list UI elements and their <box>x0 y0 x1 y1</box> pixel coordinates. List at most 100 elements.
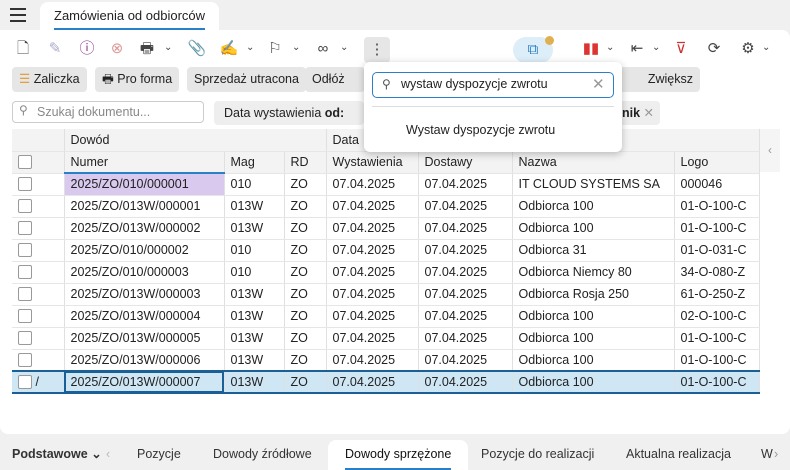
edit-pencil-icon: / <box>35 374 39 389</box>
table-row[interactable]: 2025/ZO/013W/000004 013W ZO 07.04.2025 07.04… <box>12 305 760 328</box>
chevron-down-icon[interactable]: ⌄ <box>606 42 614 53</box>
column-header[interactable]: RD <box>284 151 327 174</box>
row-checkbox[interactable] <box>18 375 32 390</box>
table-row[interactable]: /2025/ZO/013W/000007 013W ZO 07.04.2025 07.0… <box>12 370 760 394</box>
chevron-down-icon[interactable]: ⌄ <box>246 42 254 53</box>
clear-filter-icon[interactable]: ⊽ <box>670 38 692 60</box>
close-icon[interactable]: ✕ <box>644 106 654 120</box>
date-filter-chip[interactable]: Data wystawienia od: 31.0 <box>214 101 364 125</box>
table-cell: 000046 <box>674 173 760 196</box>
document-search-input[interactable]: Szukaj dokumentu... <box>12 101 204 123</box>
row-checkbox[interactable] <box>18 331 32 346</box>
row-checkbox[interactable] <box>18 177 32 192</box>
edit-document-icon[interactable]: ✎ <box>44 38 66 60</box>
row-select-cell <box>12 349 65 372</box>
row-select-cell <box>12 173 65 196</box>
column-header[interactable]: Mag <box>224 151 285 174</box>
table-cell: 07.04.2025 <box>326 217 419 240</box>
flag-icon[interactable]: ⚐ <box>264 38 286 60</box>
row-checkbox[interactable] <box>18 199 32 214</box>
row-checkbox[interactable] <box>18 287 32 302</box>
table-cell: Odbiorca 100 <box>512 349 675 372</box>
table-cell: 02-O-100-C <box>674 305 760 328</box>
divider <box>372 106 614 107</box>
scroll-left-icon[interactable]: ‹ <box>106 440 110 470</box>
tab-pozycje[interactable]: Pozycje <box>137 440 181 470</box>
table-cell: 34-O-080-Z <box>674 261 760 284</box>
attachment-icon[interactable]: 📎 <box>186 38 208 60</box>
print-icon[interactable]: 🖶 <box>136 38 158 60</box>
row-checkbox[interactable] <box>18 243 32 258</box>
column-header[interactable]: Dostawy <box>418 151 513 174</box>
table-row[interactable]: 2025/ZO/013W/000005 013W ZO 07.04.2025 07.04… <box>12 327 760 350</box>
pro-forma-button[interactable]: 🖶 Pro forma <box>95 67 180 92</box>
zaliczka-button[interactable]: ☰ Zaliczka <box>12 67 87 92</box>
new-document-icon[interactable]: 🗋 <box>12 38 34 60</box>
tab-zamowienia[interactable]: Zamówienia od odbiorców <box>40 2 220 32</box>
column-header[interactable]: Numer <box>64 151 225 174</box>
table-cell: 013W <box>224 305 285 328</box>
table-cell: 010 <box>224 239 285 262</box>
table-cell: 07.04.2025 <box>418 327 513 350</box>
table-cell: 013W <box>224 195 285 218</box>
hamburger-menu-icon[interactable] <box>10 8 26 22</box>
refresh-icon[interactable]: ⟳ <box>703 38 725 60</box>
select-all-cell <box>12 151 65 174</box>
table-cell: Odbiorca 100 <box>512 370 675 394</box>
table-cell: ZO <box>284 261 327 284</box>
panel-toggle-icon[interactable]: ⇤ <box>626 38 648 60</box>
column-header[interactable]: Nazwa <box>512 151 675 174</box>
tab-dowody-zrodlowe[interactable]: Dowody źródłowe <box>213 440 312 470</box>
chevron-down-icon[interactable]: ⌄ <box>652 42 660 53</box>
chevron-down-icon[interactable]: ⌄ <box>292 42 300 53</box>
view-settings-icon[interactable]: ⚙ <box>737 38 759 60</box>
table-cell: 07.04.2025 <box>326 349 419 372</box>
delete-document-icon[interactable]: ⊗ <box>106 38 128 60</box>
chevron-down-icon[interactable]: ⌄ <box>340 42 348 53</box>
clear-icon[interactable]: ✕ <box>592 75 605 93</box>
table-row[interactable]: 2025/ZO/010/000002 010 ZO 07.04.2025 07.04.2… <box>12 239 760 262</box>
scroll-right-icon[interactable]: › <box>774 440 778 470</box>
tab-group-select[interactable]: Podstawowe ⌄ <box>12 440 102 470</box>
table-cell: 013W <box>224 370 285 394</box>
row-checkbox[interactable] <box>18 265 32 280</box>
table-cell: 2025/ZO/013W/000007 <box>64 370 225 394</box>
more-button[interactable]: ⋮ <box>364 37 390 63</box>
table-cell: 010 <box>224 173 285 196</box>
tab-aktualna-realizacja[interactable]: Aktualna realizacja <box>626 440 731 470</box>
table-cell: ZO <box>284 195 327 218</box>
chevron-down-icon[interactable]: ⌄ <box>762 42 770 53</box>
table-row[interactable]: 2025/ZO/013W/000006 013W ZO 07.04.2025 07.04… <box>12 349 760 372</box>
row-checkbox[interactable] <box>18 353 32 368</box>
workflow-icon[interactable]: ∞ <box>312 38 334 60</box>
table-cell: 07.04.2025 <box>326 239 419 262</box>
tab-more[interactable]: W <box>761 440 773 470</box>
filter-chip[interactable]: nik ✕ <box>618 101 660 125</box>
collapse-columns-icon[interactable]: ‹ <box>760 129 780 172</box>
table-row[interactable]: 2025/ZO/013W/000003 013W ZO 07.04.2025 07.04… <box>12 283 760 306</box>
select-all-checkbox[interactable] <box>18 155 32 170</box>
chevron-down-icon[interactable]: ⌄ <box>164 42 172 53</box>
table-row[interactable]: 2025/ZO/013W/000002 013W ZO 07.04.2025 07.04… <box>12 217 760 240</box>
row-select-cell <box>12 305 65 328</box>
column-header[interactable]: Logo <box>674 151 760 174</box>
table-row[interactable]: 2025/ZO/013W/000001 013W ZO 07.04.2025 07.04… <box>12 195 760 218</box>
chart-icon[interactable]: ▮▮ <box>580 38 602 60</box>
sprzedaz-utracona-button[interactable]: Sprzedaż utracona <box>187 67 306 92</box>
table-cell: 07.04.2025 <box>418 370 513 394</box>
table-cell: IT CLOUD SYSTEMS SA <box>512 173 675 196</box>
table-row[interactable]: 2025/ZO/010/000003 010 ZO 07.04.2025 07.04.2… <box>12 261 760 284</box>
row-checkbox[interactable] <box>18 309 32 324</box>
table-row[interactable]: 2025/ZO/010/000001 010 ZO 07.04.2025 07.04.2… <box>12 173 760 196</box>
odloz-button[interactable]: Odłóż zam <box>305 67 365 92</box>
tab-pozycje-do-realizacji[interactable]: Pozycje do realizacji <box>481 440 594 470</box>
table-cell: Odbiorca Niemcy 80 <box>512 261 675 284</box>
document-info-icon[interactable]: ⓘ <box>76 38 98 60</box>
sign-document-icon[interactable]: ✍ <box>218 38 240 60</box>
command-search-popup: wystaw dyspozycje zwrotu ⚲ ✕ Wystaw dysp… <box>364 62 622 152</box>
tab-dowody-sprzezone[interactable]: Dowody sprzężone <box>328 440 469 470</box>
command-search-input[interactable]: wystaw dyspozycje zwrotu <box>372 72 614 98</box>
column-header[interactable]: Wystawienia <box>326 151 419 174</box>
row-checkbox[interactable] <box>18 221 32 236</box>
command-result-item[interactable]: Wystaw dyspozycje zwrotu <box>406 123 555 137</box>
